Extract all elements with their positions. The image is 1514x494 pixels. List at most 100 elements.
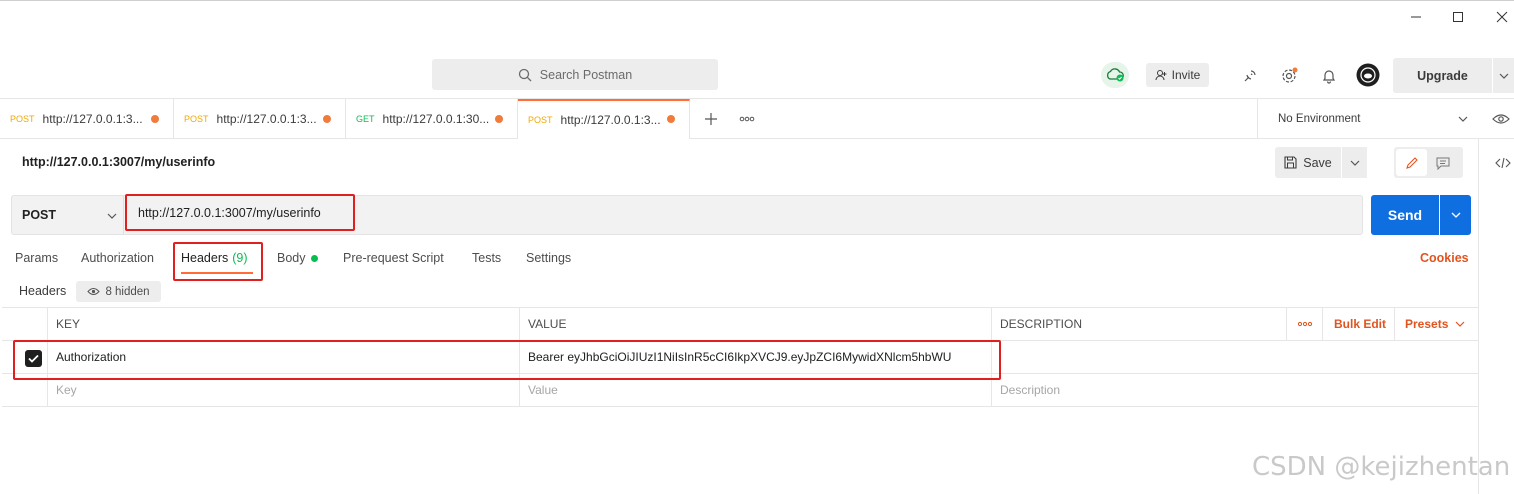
chevron-down-icon (1455, 321, 1465, 327)
edit-button[interactable] (1396, 149, 1427, 176)
code-snippet-button[interactable] (1493, 155, 1513, 171)
avatar[interactable] (1356, 63, 1380, 87)
comment-icon (1436, 157, 1450, 170)
satellite-icon (1244, 70, 1256, 82)
tab-method: POST (528, 115, 553, 125)
save-button[interactable]: Save (1275, 147, 1341, 178)
tab-tests[interactable]: Tests (472, 251, 501, 265)
active-tab-indicator (181, 272, 253, 274)
tab-method: POST (10, 114, 35, 124)
tab-authorization[interactable]: Authorization (81, 251, 154, 265)
sync-status-button[interactable] (1101, 62, 1129, 88)
more-horizontal-icon (739, 116, 755, 122)
method-label: POST (22, 208, 57, 222)
tab-label: http://127.0.0.1:3... (560, 113, 661, 127)
header-value-cell[interactable]: Bearer eyJhbGciOiJIUzI1NiIsInR5cCI6IkpXV… (519, 341, 991, 373)
environment-quick-look-button[interactable] (1490, 110, 1512, 128)
url-bar: POST http://127.0.0.1:3007/my/userinfo (11, 195, 1363, 235)
send-options-button[interactable] (1440, 195, 1471, 235)
row-enabled-checkbox[interactable] (25, 350, 42, 367)
environment-label: No Environment (1278, 113, 1361, 125)
settings-button[interactable] (1277, 64, 1301, 88)
table-header-row: KEY VALUE DESCRIPTION Bulk Edit Presets (2, 308, 1478, 341)
hidden-headers-toggle[interactable]: 8 hidden (76, 281, 161, 302)
tab-params[interactable]: Params (15, 251, 58, 265)
unsaved-dot-icon (323, 115, 331, 123)
request-tab-2[interactable]: POST http://127.0.0.1:3... (174, 99, 346, 139)
more-tabs-button[interactable] (738, 113, 756, 125)
pencil-icon (1405, 156, 1418, 169)
chevron-down-icon (1499, 73, 1508, 79)
new-key-input[interactable]: Key (47, 374, 519, 406)
tab-headers-label: Headers (181, 251, 229, 265)
table-row: Authorization Bearer eyJhbGciOiJIUzI1NiI… (2, 341, 1478, 374)
tab-headers-count: (9) (232, 251, 248, 265)
header-key-cell[interactable]: Authorization (47, 341, 519, 373)
window-titlebar (0, 0, 1514, 56)
cookies-link[interactable]: Cookies (1420, 251, 1469, 265)
chevron-down-icon (1451, 212, 1460, 218)
notifications-button[interactable] (1317, 64, 1341, 88)
close-button[interactable] (1492, 7, 1512, 27)
request-tab-4-active[interactable]: POST http://127.0.0.1:3... (518, 99, 690, 139)
request-tabs-bar: POST http://127.0.0.1:3... POST http://1… (0, 98, 1514, 139)
url-input[interactable]: http://127.0.0.1:3007/my/userinfo (138, 206, 321, 220)
unsaved-dot-icon (151, 115, 159, 123)
presets-button[interactable]: Presets (1394, 308, 1478, 340)
column-header-value: VALUE (519, 308, 991, 340)
avatar-icon (1356, 63, 1380, 87)
column-header-description: DESCRIPTION (991, 308, 1286, 340)
upgrade-button[interactable]: Upgrade (1393, 58, 1492, 93)
invite-button[interactable]: Invite (1146, 63, 1209, 87)
minimize-icon (1411, 16, 1421, 18)
invite-label: Invite (1171, 68, 1201, 82)
satellite-button[interactable] (1238, 64, 1262, 88)
chevron-down-icon (107, 213, 117, 219)
eye-icon (1492, 114, 1510, 124)
checkbox-column-header (2, 308, 47, 340)
new-description-input[interactable]: Description (991, 374, 1478, 406)
chevron-down-icon (1458, 116, 1468, 122)
add-user-icon (1155, 70, 1167, 81)
maximize-icon (1453, 12, 1463, 22)
bulk-edit-button[interactable]: Bulk Edit (1322, 308, 1394, 340)
code-icon (1495, 157, 1511, 169)
search-placeholder: Search Postman (539, 67, 633, 82)
gear-icon (1282, 67, 1298, 83)
tab-headers[interactable]: Headers (9) (181, 251, 248, 265)
request-tab-1[interactable]: POST http://127.0.0.1:3... (0, 99, 174, 139)
save-options-button[interactable] (1342, 147, 1367, 178)
new-tab-button[interactable] (702, 110, 720, 128)
tab-body[interactable]: Body (277, 251, 318, 265)
hidden-headers-label: 8 hidden (105, 285, 150, 298)
minimize-button[interactable] (1406, 7, 1426, 27)
maximize-button[interactable] (1448, 7, 1468, 27)
tab-body-label: Body (277, 251, 306, 265)
request-tab-3[interactable]: GET http://127.0.0.1:30... (346, 99, 518, 139)
new-value-input[interactable]: Value (519, 374, 991, 406)
checkmark-icon (28, 354, 39, 363)
unsaved-dot-icon (495, 115, 503, 123)
tab-method: GET (356, 114, 375, 124)
more-horizontal-icon (1297, 321, 1312, 327)
tab-label: http://127.0.0.1:3... (42, 112, 143, 126)
table-more-button[interactable] (1286, 308, 1322, 340)
table-row-empty: Key Value Description (2, 374, 1478, 407)
cloud-sync-icon (1106, 68, 1124, 82)
method-select[interactable]: POST (12, 196, 124, 234)
headers-section-label: Headers (19, 284, 67, 298)
save-label: Save (1303, 155, 1332, 170)
view-toggle-group (1394, 147, 1463, 178)
tab-pre-request-script[interactable]: Pre-request Script (343, 251, 444, 265)
tab-settings[interactable]: Settings (526, 251, 571, 265)
header-description-cell[interactable] (991, 341, 1478, 373)
body-indicator-dot-icon (310, 254, 318, 262)
headers-table: KEY VALUE DESCRIPTION Bulk Edit Presets … (2, 307, 1478, 407)
plus-icon (705, 113, 717, 125)
comments-button[interactable] (1433, 154, 1453, 172)
environment-select[interactable]: No Environment (1257, 99, 1477, 139)
send-button[interactable]: Send (1371, 195, 1439, 235)
upgrade-menu-button[interactable] (1493, 58, 1514, 93)
search-input[interactable]: Search Postman (432, 59, 718, 90)
column-header-key: KEY (47, 308, 519, 340)
